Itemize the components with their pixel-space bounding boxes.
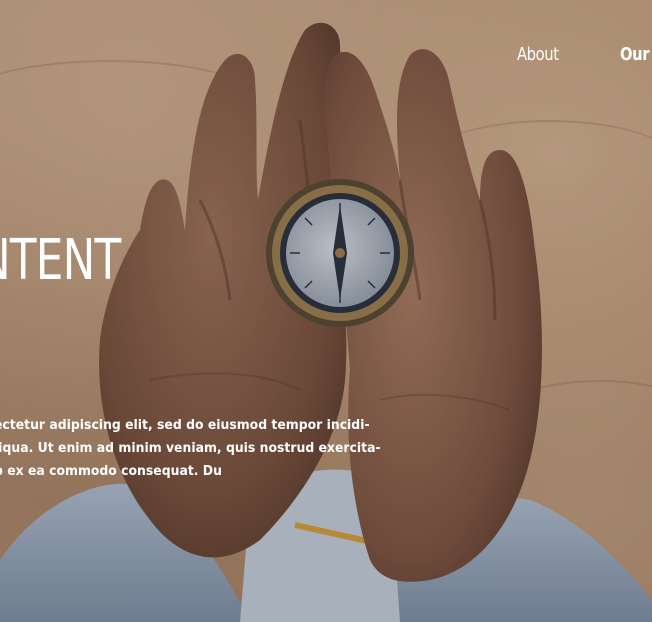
nav-link-our-products[interactable]: Our Pr [620, 44, 652, 65]
hero-body-line: ectetur adipiscing elit, sed do eiusmod … [0, 417, 370, 433]
hero-section: About Our Pr NTENT ectetur adipiscing el… [0, 0, 652, 622]
image-overlay [0, 0, 652, 622]
nav-link-about[interactable]: About [517, 44, 559, 65]
hero-headline: NTENT [0, 228, 121, 293]
main-nav: About Our Pr [517, 44, 652, 65]
hero-body-line: liqua. Ut enim ad minim veniam, quis nos… [0, 440, 381, 456]
hero-body-text: ectetur adipiscing elit, sed do eiusmod … [0, 414, 414, 483]
hero-body-line: p ex ea commodo consequat. Du [0, 463, 222, 479]
